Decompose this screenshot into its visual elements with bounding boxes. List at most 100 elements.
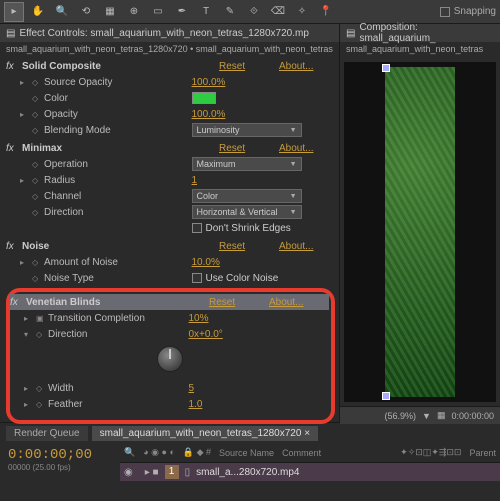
effect-controls-tab[interactable]: ▤ Effect Controls: small_aquarium_with_n…	[0, 24, 339, 42]
preview-content	[385, 67, 455, 397]
keyframe-icon[interactable]: ◇	[32, 110, 44, 119]
value-feather[interactable]: 1.0	[189, 399, 330, 410]
keyframe-icon[interactable]: ◇	[32, 160, 44, 169]
camera-tool-icon[interactable]: ▦	[100, 2, 120, 22]
snapping-label: Snapping	[454, 6, 496, 17]
reset-link[interactable]: Reset	[209, 297, 269, 308]
fx-toggle-icon[interactable]: fx	[10, 297, 22, 308]
about-link[interactable]: About...	[279, 61, 339, 72]
prop-color: ◇Color	[6, 90, 339, 106]
keyframe-icon[interactable]: ◇	[32, 258, 44, 267]
value-direction[interactable]: 0x+0.0°	[189, 329, 330, 340]
direction-dial[interactable]	[157, 346, 183, 372]
value-completion[interactable]: 10%	[189, 313, 330, 324]
keyframe-icon[interactable]: ◇	[32, 126, 44, 135]
chevron-down-icon: ▼	[290, 161, 297, 168]
tab-render-queue[interactable]: Render Queue	[6, 426, 88, 441]
about-link[interactable]: About...	[279, 241, 339, 252]
anchor-tool-icon[interactable]: ⊕	[124, 2, 144, 22]
zoom-readout[interactable]: (56.9%)	[385, 411, 417, 421]
keyframe-icon[interactable]: ◇	[32, 274, 44, 283]
reset-link[interactable]: Reset	[219, 241, 279, 252]
keyframe-icon[interactable]: ▣	[36, 314, 48, 323]
tab-composition[interactable]: small_aquarium_with_neon_tetras_1280x720…	[92, 426, 318, 441]
collapse-icon[interactable]: ▸	[24, 384, 36, 393]
col-source-name[interactable]: Source Name	[219, 448, 274, 458]
reset-link[interactable]: Reset	[219, 143, 279, 154]
col-parent[interactable]: Parent	[469, 448, 496, 458]
rotate-tool-icon[interactable]: ⟲	[76, 2, 96, 22]
dropdown-blending-mode[interactable]: Luminosity▼	[192, 123, 302, 137]
clone-tool-icon[interactable]: ⟐	[244, 2, 264, 22]
close-icon[interactable]: ▤	[346, 28, 355, 39]
close-icon[interactable]: ▤	[6, 28, 15, 39]
color-swatch[interactable]	[192, 92, 216, 104]
keyframe-icon[interactable]: ◇	[32, 94, 44, 103]
value-amount-noise[interactable]: 10.0%	[192, 257, 340, 268]
dropdown-operation[interactable]: Maximum▼	[192, 157, 302, 171]
snapping-toggle[interactable]: Snapping	[440, 6, 496, 17]
selection-tool-icon[interactable]: ▸	[4, 2, 24, 22]
keyframe-icon[interactable]: ◇	[32, 78, 44, 87]
chevron-down-icon[interactable]: ▼	[422, 411, 431, 421]
dropdown-channel[interactable]: Color▼	[192, 189, 302, 203]
keyframe-icon[interactable]: ◇	[32, 192, 44, 201]
fx-toggle-icon[interactable]: fx	[6, 61, 18, 72]
keyframe-icon[interactable]: ◇	[36, 330, 48, 339]
checkbox-dont-shrink[interactable]: Don't Shrink Edges	[192, 223, 340, 234]
track-row[interactable]: ◉▸ ■ 1 ▯ small_a...280x720.mp4	[120, 463, 500, 481]
pen-tool-icon[interactable]: ✒	[172, 2, 192, 22]
value-source-opacity[interactable]: 100.0%	[192, 77, 340, 88]
chevron-down-icon: ▼	[290, 127, 297, 134]
collapse-icon[interactable]: ▸	[20, 176, 32, 185]
prop-channel: ◇ChannelColor▼	[6, 188, 339, 204]
keyframe-icon[interactable]: ◇	[36, 400, 48, 409]
prop-noise-type: ◇Noise TypeUse Color Noise	[6, 270, 339, 286]
fx-toggle-icon[interactable]: fx	[6, 143, 18, 154]
about-link[interactable]: About...	[269, 297, 329, 308]
effect-noise: fx Noise Reset About... ▸◇Amount of Nois…	[6, 238, 339, 286]
collapse-icon[interactable]: ▸	[20, 258, 32, 267]
prop-operation: ◇OperationMaximum▼	[6, 156, 339, 172]
roto-tool-icon[interactable]: ✧	[292, 2, 312, 22]
keyframe-icon[interactable]: ◇	[32, 208, 44, 217]
fx-toggle-icon[interactable]: fx	[6, 241, 18, 252]
brush-tool-icon[interactable]: ✎	[220, 2, 240, 22]
eraser-tool-icon[interactable]: ⌫	[268, 2, 288, 22]
composition-panel: ▤ Composition: small_aquarium_ small_aqu…	[340, 24, 500, 422]
dropdown-direction[interactable]: Horizontal & Vertical▼	[192, 205, 302, 219]
value-radius[interactable]: 1	[192, 175, 340, 186]
checkbox-color-noise[interactable]: Use Color Noise	[192, 273, 340, 284]
collapse-icon[interactable]: ▾	[24, 330, 36, 339]
collapse-icon[interactable]: ▸	[20, 78, 32, 87]
preview-viewport[interactable]	[344, 62, 496, 402]
preview-status-bar: (56.9%) ▼ ▦ 0:00:00:00	[340, 406, 500, 424]
keyframe-icon[interactable]: ◇	[32, 176, 44, 185]
value-opacity[interactable]: 100.0%	[192, 109, 340, 120]
prop-feather: ▸◇Feather1.0	[10, 396, 329, 412]
collapse-icon[interactable]: ▸	[20, 110, 32, 119]
reset-link[interactable]: Reset	[219, 61, 279, 72]
timecode-readout[interactable]: 0:00:00:00	[451, 411, 494, 421]
about-link[interactable]: About...	[279, 143, 339, 154]
composition-path: small_aquarium_with_neon_tetras	[340, 42, 500, 58]
hand-tool-icon[interactable]: ✋	[28, 2, 48, 22]
main-toolbar: ▸ ✋ 🔍 ⟲ ▦ ⊕ ▭ ✒ T ✎ ⟐ ⌫ ✧ 📍 Snapping	[0, 0, 500, 24]
rect-tool-icon[interactable]: ▭	[148, 2, 168, 22]
search-icon[interactable]: 🔍	[124, 447, 135, 458]
collapse-icon[interactable]: ▸	[24, 400, 36, 409]
puppet-tool-icon[interactable]: 📍	[316, 2, 336, 22]
zoom-tool-icon[interactable]: 🔍	[52, 2, 72, 22]
keyframe-icon[interactable]: ◇	[36, 384, 48, 393]
collapse-icon[interactable]: ▸	[24, 314, 36, 323]
col-comment[interactable]: Comment	[282, 448, 321, 458]
track-index: 1	[165, 465, 179, 479]
value-width[interactable]: 5	[189, 383, 330, 394]
fps-readout: 00000 (25.00 fps)	[8, 463, 112, 472]
current-timecode[interactable]: 0:00:00;00	[8, 447, 112, 463]
prop-direction: ◇DirectionHorizontal & Vertical▼	[6, 204, 339, 220]
grid-icon[interactable]: ▦	[437, 410, 446, 421]
composition-tab[interactable]: ▤ Composition: small_aquarium_	[340, 24, 500, 42]
text-tool-icon[interactable]: T	[196, 2, 216, 22]
prop-opacity: ▸◇Opacity100.0%	[6, 106, 339, 122]
